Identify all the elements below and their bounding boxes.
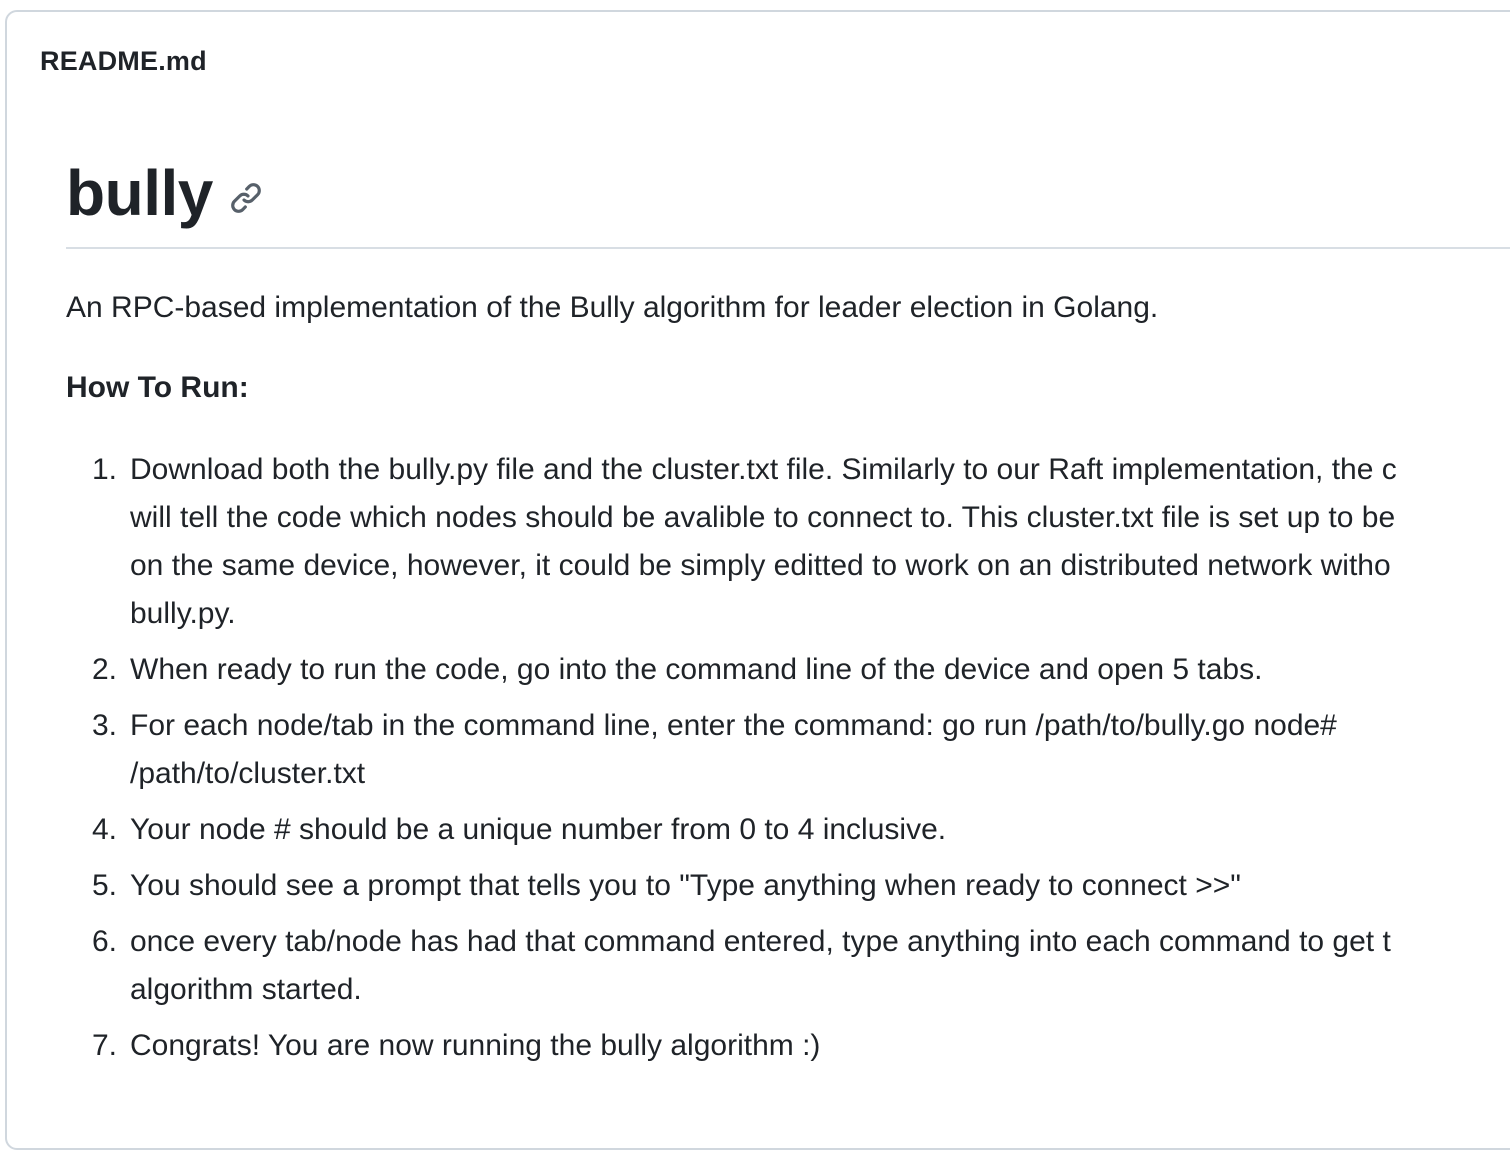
- list-item: 2. When ready to run the code, go into th…: [66, 646, 1510, 694]
- list-item-text: /path/to/cluster.txt: [130, 757, 366, 790]
- project-description: An RPC-based implementation of the Bully…: [66, 291, 1159, 324]
- list-item: 5. You should see a prompt that tells you…: [66, 862, 1510, 910]
- link-icon[interactable]: [229, 181, 263, 215]
- list-item-number: 2.: [92, 653, 118, 686]
- list-item: 7. Congrats! You are now running the bull…: [66, 1022, 1510, 1070]
- title-divider: [66, 247, 1510, 249]
- list-item: 1. Download both the bully.py file and th…: [66, 446, 1510, 638]
- list-item-text: will tell the code which nodes should be…: [130, 501, 1396, 534]
- list-item-text: Your node # should be a unique number fr…: [130, 813, 947, 846]
- list-item: 4. Your node # should be a unique number …: [66, 806, 1510, 854]
- page-title: bully: [66, 157, 213, 229]
- title-row: bully: [66, 148, 263, 238]
- list-item: 6. once every tab/node has had that comma…: [66, 918, 1510, 1014]
- list-item-text: For each node/tab in the command line, e…: [130, 709, 1337, 742]
- list-item-text: Download both the bully.py file and the …: [130, 453, 1397, 486]
- list-item-number: 6.: [92, 925, 118, 958]
- list-item-text: When ready to run the code, go into the …: [130, 653, 1263, 686]
- list-item-text: algorithm started.: [130, 973, 362, 1006]
- list-item-number: 4.: [92, 813, 118, 846]
- list-item-text: once every tab/node has had that command…: [130, 925, 1391, 958]
- list-item-number: 5.: [92, 869, 118, 902]
- list-item-number: 3.: [92, 709, 118, 742]
- list-item-text: Congrats! You are now running the bully …: [130, 1029, 821, 1062]
- list-item: 3. For each node/tab in the command line,…: [66, 702, 1510, 798]
- list-item-number: 1.: [92, 453, 118, 486]
- readme-filename: README.md: [40, 46, 207, 76]
- list-item-text: bully.py.: [130, 597, 236, 630]
- steps-list: 1. Download both the bully.py file and th…: [66, 446, 1510, 1078]
- list-item-text: on the same device, however, it could be…: [130, 549, 1391, 582]
- list-item-number: 7.: [92, 1029, 118, 1062]
- how-to-run-heading: How To Run:: [66, 371, 249, 404]
- list-item-text: You should see a prompt that tells you t…: [130, 869, 1241, 902]
